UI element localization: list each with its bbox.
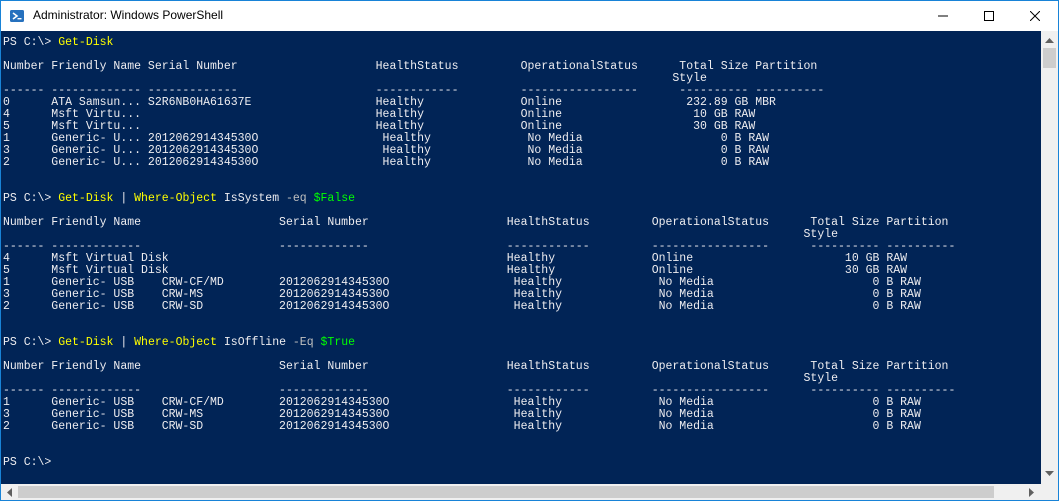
console-text-text: PS C:\> — [3, 192, 59, 205]
console-text-cmd: Get-Disk — [58, 336, 114, 349]
close-button[interactable] — [1012, 1, 1058, 31]
console-text-text: PS C:\> — [3, 36, 59, 49]
console-text-cmd: Where-Object — [134, 336, 217, 349]
horizontal-scrollbar[interactable] — [1, 484, 1041, 500]
console-output[interactable]: PS C:\> Get-Disk Number Friendly Name Ser… — [1, 31, 1041, 484]
close-icon — [1030, 11, 1040, 21]
powershell-icon — [10, 10, 24, 22]
console-line: PS C:\> — [3, 457, 51, 469]
console-text-param: -eq — [286, 192, 307, 205]
minimize-icon — [938, 15, 948, 17]
horizontal-scroll-thumb[interactable] — [18, 486, 994, 498]
console-line: 2 Generic- USB CRW-SD 201206291434530O H… — [3, 421, 921, 433]
console-text-cmd: Get-Disk — [58, 36, 114, 49]
console-line: 2 Generic- U... 201206291434530O Healthy… — [3, 157, 769, 169]
console-line: PS C:\> Get-Disk | Where-Object IsOfflin… — [3, 337, 355, 349]
scrollbar-corner — [1041, 484, 1058, 500]
console-text-text: | — [113, 192, 135, 205]
console-text-text: PS C:\> — [3, 336, 59, 349]
console-line: PS C:\> Get-Disk | Where-Object IsSystem… — [3, 193, 355, 205]
title-bar[interactable]: Administrator: Windows PowerShell — [1, 1, 1058, 31]
console-text-cmd: Get-Disk — [58, 192, 114, 205]
vertical-scroll-thumb[interactable] — [1043, 48, 1056, 68]
console-line: 2 Generic- USB CRW-SD 201206291434530O H… — [3, 301, 921, 313]
console-text-text: IsSystem — [216, 192, 286, 205]
console-text-cmd: Where-Object — [134, 192, 217, 205]
scroll-up-icon[interactable] — [1045, 37, 1054, 43]
powershell-window: Administrator: Windows PowerShell PS C:\… — [0, 0, 1059, 501]
vertical-scrollbar[interactable] — [1041, 31, 1058, 484]
console-text-text — [314, 336, 321, 349]
console-text-text: | — [113, 336, 135, 349]
console-text-text: PS C:\> — [3, 456, 52, 469]
minimize-button[interactable] — [920, 1, 966, 31]
console-line: PS C:\> Get-Disk — [3, 37, 113, 49]
console-text-text — [307, 192, 314, 205]
console-text-text: 2 Generic- U... 201206291434530O Healthy… — [3, 156, 770, 169]
maximize-icon — [984, 11, 994, 21]
console-text-var: $False — [313, 192, 356, 205]
scroll-down-icon[interactable] — [1045, 471, 1054, 477]
console-text-text: 2 Generic- USB CRW-SD 201206291434530O H… — [3, 300, 921, 313]
console-text-param: -Eq — [292, 336, 314, 349]
console-text-text: 2 Generic- USB CRW-SD 201206291434530O H… — [3, 420, 921, 433]
console-text-text: IsOffline — [216, 336, 293, 349]
scroll-right-icon[interactable] — [1029, 488, 1035, 497]
scroll-left-icon[interactable] — [6, 488, 12, 497]
maximize-button[interactable] — [966, 1, 1012, 31]
window-title: Administrator: Windows PowerShell — [33, 8, 224, 22]
console-text-var: $True — [320, 336, 356, 349]
